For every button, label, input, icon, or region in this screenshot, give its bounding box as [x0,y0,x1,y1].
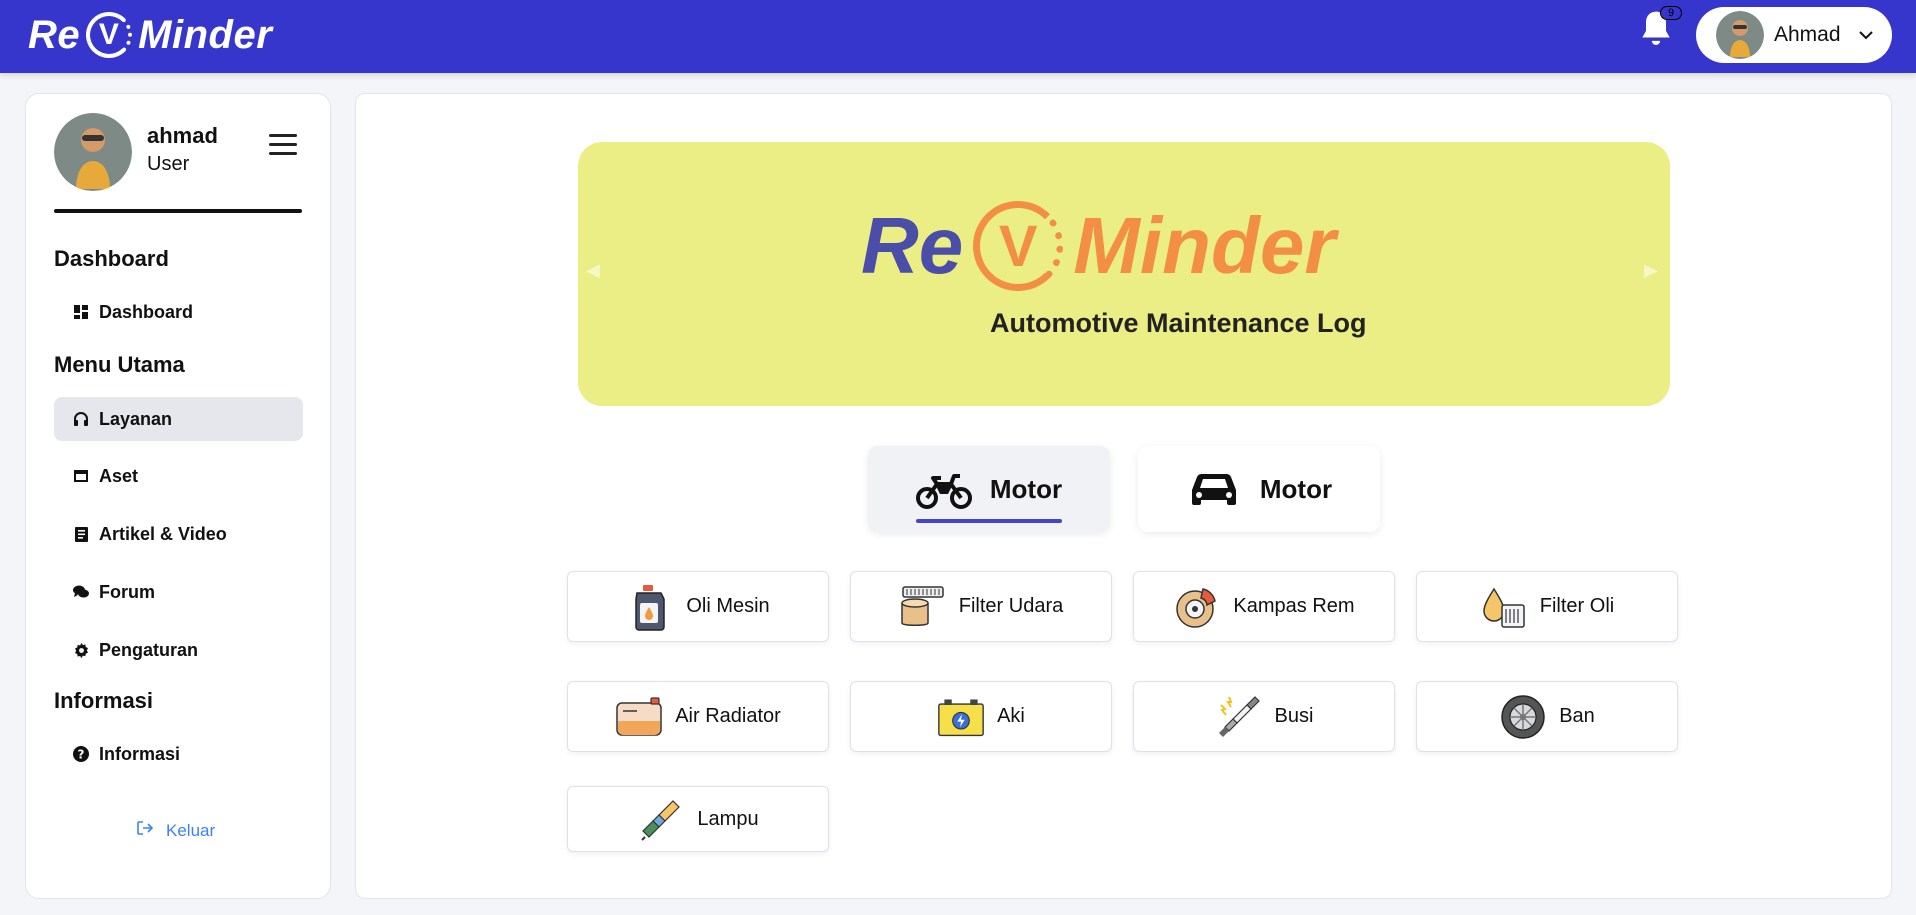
banner-subtitle: Automotive Maintenance Log [990,308,1367,338]
profile-name: ahmad [147,123,218,148]
service-busi-button[interactable]: Busi [1133,681,1395,752]
brand-logo-left: Re [28,12,81,57]
svg-text:?: ? [78,748,85,762]
sidebar-divider [54,209,302,213]
sidebar-item-label: Pengaturan [99,639,199,660]
article-icon [73,526,89,542]
brake-icon [1173,583,1221,631]
radiator-icon [615,693,663,741]
service-label: Filter Udara [958,595,1064,617]
service-ban-button[interactable]: Ban [1416,681,1678,752]
service-label: Busi [1274,705,1314,727]
sidebar-item-pengaturan[interactable]: Pengaturan [54,628,303,672]
sidebar: ahmad User Dashboard Dashboard Menu Utam… [25,93,331,899]
service-filter-udara-button[interactable]: Filter Udara [850,571,1112,642]
service-label: Lampu [697,807,759,830]
logout-label: Keluar [166,820,216,840]
headphones-icon [73,411,89,427]
brand-logo[interactable]: Re V Minder [28,10,272,60]
service-label: Oli Mesin [686,595,770,617]
oil-filter-icon [1480,583,1528,631]
sidebar-item-artikel-video[interactable]: Artikel & Video [54,512,303,556]
avatar [1716,11,1764,59]
service-air-radiator-button[interactable]: Air Radiator [567,681,829,752]
service-aki-button[interactable]: Aki [850,681,1112,752]
carousel-next-icon[interactable]: ▶ [1644,260,1658,281]
section-title-menu-utama: Menu Utama [54,352,185,377]
user-menu-name: Ahmad [1774,23,1841,46]
service-kampas-rem-button[interactable]: Kampas Rem [1133,571,1395,642]
sidebar-item-label: Aset [99,465,139,486]
car-icon [1191,473,1236,505]
tab-car[interactable]: Motor [1138,446,1380,532]
section-title-informasi: Informasi [54,688,154,713]
top-bar: Re V Minder 9 Ahmad [0,0,1916,73]
service-lampu-button[interactable]: Lampu [567,786,829,852]
user-menu-button[interactable]: Ahmad [1696,7,1892,63]
section-title-dashboard: Dashboard [54,246,169,271]
sidebar-item-label: Dashboard [99,301,194,322]
active-tab-underline [916,519,1062,523]
sidebar-profile: ahmad User [54,113,304,193]
oil-bottle-icon [626,583,674,631]
window-icon [73,468,89,484]
sidebar-item-label: Artikel & Video [99,523,227,544]
hamburger-menu-icon[interactable] [269,134,297,158]
tab-label: Motor [989,473,1063,504]
service-label: Ban [1559,705,1595,727]
logout-icon [136,820,154,841]
banner-logo: Re V Minder [861,200,1336,292]
tab-motorcycle[interactable]: Motor [868,446,1110,532]
brand-logo-v: V [86,12,133,58]
chat-icon [73,584,89,600]
battery-icon [937,693,985,741]
avatar [54,113,132,191]
dashboard-icon [73,304,89,320]
service-label: Aki [997,705,1025,727]
question-circle-icon: ? [73,746,89,762]
carousel-prev-icon[interactable]: ◀ [586,260,600,281]
chevron-down-icon [1858,31,1873,40]
service-label: Air Radiator [675,705,781,727]
notification-count-badge: 9 [1660,6,1682,20]
tab-label: Motor [1259,473,1333,504]
banner-logo-left: Re [861,201,964,290]
spark-plug-icon [1215,693,1263,741]
logout-button[interactable]: Keluar [136,820,215,841]
service-label: Filter Oli [1539,595,1615,617]
sidebar-item-label: Layanan [99,408,173,429]
banner-carousel: ◀ ▶ Re V Minder Automotive Maintenance L… [578,142,1670,406]
sidebar-item-informasi[interactable]: ? Informasi [54,732,303,776]
service-filter-oli-button[interactable]: Filter Oli [1416,571,1678,642]
banner-logo-v: V [973,201,1064,291]
air-filter-icon [899,583,947,631]
service-oli-mesin-button[interactable]: Oli Mesin [567,571,829,642]
profile-role: User [147,153,190,175]
sidebar-item-dashboard[interactable]: Dashboard [54,290,303,334]
lamp-icon [637,795,685,843]
sidebar-item-aset[interactable]: Aset [54,454,303,498]
main-content: ◀ ▶ Re V Minder Automotive Maintenance L… [355,93,1892,899]
motorcycle-icon [915,474,972,509]
sidebar-item-label: Forum [99,581,155,602]
sidebar-item-forum[interactable]: Forum [54,570,303,614]
gear-icon [73,642,89,658]
sidebar-item-label: Informasi [99,743,181,764]
sidebar-item-layanan[interactable]: Layanan [54,397,303,441]
service-label: Kampas Rem [1233,595,1355,617]
banner-logo-right: Minder [1073,201,1336,290]
tire-icon [1499,693,1547,741]
brand-logo-right: Minder [138,12,273,57]
